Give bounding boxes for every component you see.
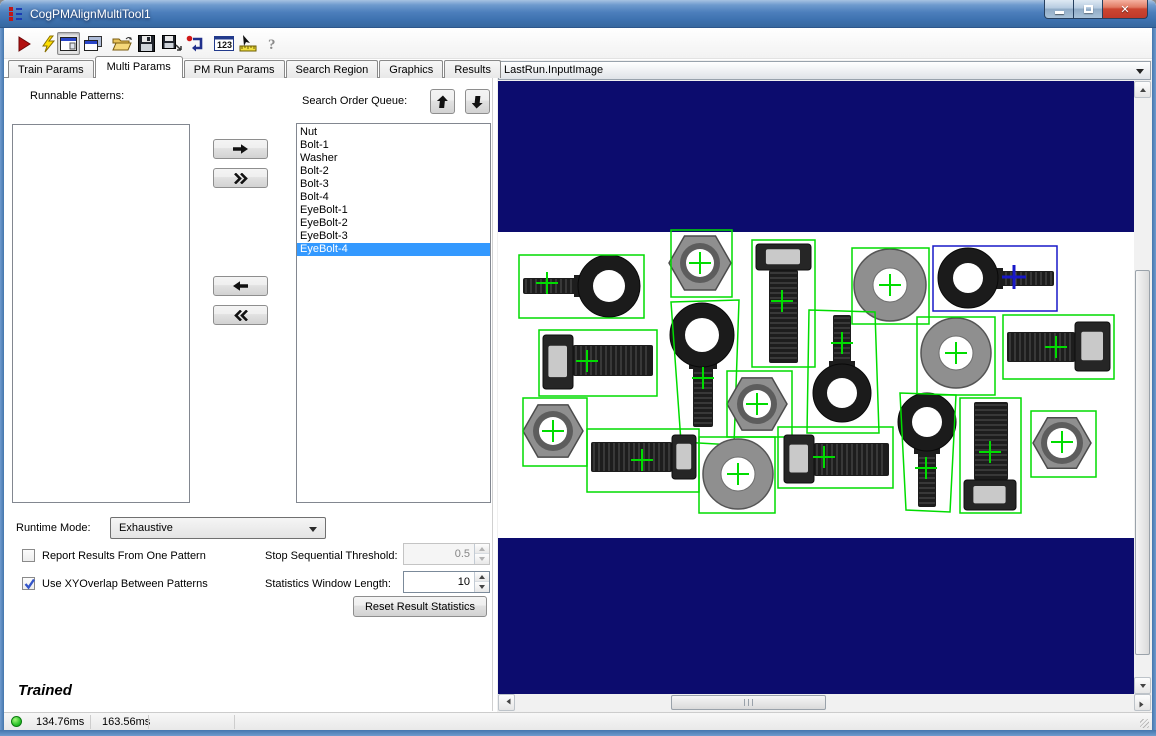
- show-result-display-icon[interactable]: [57, 32, 80, 55]
- queue-move-up-button[interactable]: [430, 89, 455, 114]
- image-display-panel: LastRun.InputImage: [497, 60, 1152, 712]
- tab-graphics[interactable]: Graphics: [379, 60, 443, 78]
- tab-multi-params[interactable]: Multi Params: [95, 56, 183, 78]
- queue-item-washer[interactable]: Washer: [297, 152, 490, 165]
- stop-sequential-threshold-spinner[interactable]: 0.5: [403, 543, 490, 565]
- resize-grip[interactable]: [1140, 719, 1149, 728]
- report-results-label: Report Results From One Pattern: [42, 550, 206, 562]
- image-selector-combobox[interactable]: LastRun.InputImage: [498, 61, 1151, 80]
- save-file-icon[interactable]: [135, 32, 158, 55]
- vertical-scrollbar-thumb[interactable]: [1135, 270, 1150, 655]
- status-time-2: 163.56ms: [102, 716, 150, 728]
- close-button[interactable]: ✕: [1102, 0, 1148, 19]
- move-all-right-button[interactable]: [213, 168, 268, 188]
- scroll-up-icon[interactable]: [1134, 81, 1151, 98]
- scroll-down-icon[interactable]: [1134, 677, 1151, 694]
- move-right-button[interactable]: [213, 139, 268, 159]
- help-icon[interactable]: ?: [262, 32, 285, 55]
- statistics-window-length-label: Statistics Window Length:: [265, 578, 391, 590]
- run-icon[interactable]: [12, 32, 35, 55]
- stop-sequential-threshold-label: Stop Sequential Threshold:: [265, 550, 398, 562]
- app-window: CogPMAlignMultiTool1 ✕ 123 ?: [0, 0, 1156, 736]
- tab-results[interactable]: Results: [444, 60, 501, 78]
- move-all-left-button[interactable]: [213, 305, 268, 325]
- queue-move-down-button[interactable]: [465, 89, 490, 114]
- tab-search-region[interactable]: Search Region: [286, 60, 379, 78]
- runtime-mode-value: Exhaustive: [119, 522, 173, 534]
- window-title: CogPMAlignMultiTool1: [30, 7, 151, 21]
- tab-train-params[interactable]: Train Params: [8, 60, 94, 78]
- queue-item-eyebolt-3[interactable]: EyeBolt-3: [297, 230, 490, 243]
- runtime-mode-combobox[interactable]: Exhaustive: [110, 517, 326, 539]
- svg-text:123: 123: [217, 40, 232, 50]
- xyoverlap-label: Use XYOverlap Between Patterns: [42, 578, 208, 590]
- arrow-left-icon: [232, 281, 249, 291]
- vertical-scrollbar[interactable]: [1134, 81, 1151, 694]
- window-border: [0, 28, 4, 736]
- status-green-light-icon: [11, 716, 22, 727]
- spin-up-icon[interactable]: [475, 544, 489, 554]
- spin-down-icon[interactable]: [475, 582, 489, 592]
- move-left-button[interactable]: [213, 276, 268, 296]
- runtime-mode-label: Runtime Mode:: [16, 522, 91, 534]
- tabstrip: Train ParamsMulti ParamsPM Run ParamsSea…: [8, 59, 502, 78]
- trained-status: Trained: [18, 682, 72, 699]
- maximize-button[interactable]: [1074, 0, 1102, 19]
- threshold-value: 0.5: [455, 548, 470, 560]
- spin-down-icon[interactable]: [475, 554, 489, 564]
- status-time-1: 134.76ms: [36, 716, 84, 728]
- statusbar: 134.76ms 163.56ms: [4, 712, 1152, 730]
- queue-item-bolt-1[interactable]: Bolt-1: [297, 139, 490, 152]
- chevron-down-icon: [309, 527, 317, 536]
- minimize-button[interactable]: [1044, 0, 1074, 19]
- report-results-checkbox[interactable]: [22, 549, 35, 562]
- arrow-right-icon: [232, 144, 249, 154]
- window-border: [0, 730, 1156, 736]
- statistics-window-length-spinner[interactable]: 10: [403, 571, 490, 593]
- horizontal-scrollbar-thumb[interactable]: [671, 695, 826, 710]
- image-selector-value: LastRun.InputImage: [504, 64, 603, 76]
- search-order-listbox[interactable]: NutBolt-1WasherBolt-2Bolt-3Bolt-4EyeBolt…: [296, 123, 491, 503]
- queue-item-eyebolt-2[interactable]: EyeBolt-2: [297, 217, 490, 230]
- double-arrow-right-icon: [233, 173, 249, 184]
- queue-item-bolt-4[interactable]: Bolt-4: [297, 191, 490, 204]
- titlebar: CogPMAlignMultiTool1 ✕: [0, 0, 1156, 28]
- queue-item-nut[interactable]: Nut: [297, 126, 490, 139]
- queue-item-bolt-2[interactable]: Bolt-2: [297, 165, 490, 178]
- double-arrow-left-icon: [233, 310, 249, 321]
- svg-text:?: ?: [268, 37, 276, 53]
- trigger-lightning-icon[interactable]: [36, 32, 59, 55]
- scroll-left-icon[interactable]: [498, 694, 515, 711]
- measure-pointer-icon[interactable]: [236, 32, 259, 55]
- reset-result-statistics-button[interactable]: Reset Result Statistics: [353, 596, 487, 617]
- arrow-up-icon: [437, 95, 449, 109]
- queue-item-eyebolt-4[interactable]: EyeBolt-4: [297, 243, 490, 256]
- save-as-icon[interactable]: [160, 32, 183, 55]
- multi-params-page: Runnable Patterns: Search Order Queue: N…: [4, 77, 493, 711]
- runnable-patterns-listbox[interactable]: [12, 124, 190, 503]
- horizontal-scrollbar[interactable]: [498, 694, 1151, 711]
- queue-item-bolt-3[interactable]: Bolt-3: [297, 178, 490, 191]
- input-image-display[interactable]: [498, 81, 1134, 694]
- window-length-value: 10: [458, 576, 470, 588]
- search-order-queue-label: Search Order Queue:: [302, 95, 407, 107]
- runnable-patterns-label: Runnable Patterns:: [30, 90, 124, 102]
- reset-tool-icon[interactable]: [184, 32, 207, 55]
- numeric-display-icon[interactable]: 123: [212, 32, 235, 55]
- float-display-icon[interactable]: [81, 32, 104, 55]
- arrow-down-icon: [472, 95, 484, 109]
- scroll-right-icon[interactable]: [1134, 694, 1151, 711]
- tab-pm-run-params[interactable]: PM Run Params: [184, 60, 285, 78]
- xyoverlap-checkbox[interactable]: [22, 577, 35, 590]
- open-file-icon[interactable]: [110, 32, 133, 55]
- app-icon: [8, 6, 24, 22]
- chevron-down-icon: [1136, 69, 1144, 78]
- queue-item-eyebolt-1[interactable]: EyeBolt-1: [297, 204, 490, 217]
- toolbar: 123 ?: [4, 28, 1152, 59]
- window-border: [1152, 28, 1156, 736]
- spin-up-icon[interactable]: [475, 572, 489, 582]
